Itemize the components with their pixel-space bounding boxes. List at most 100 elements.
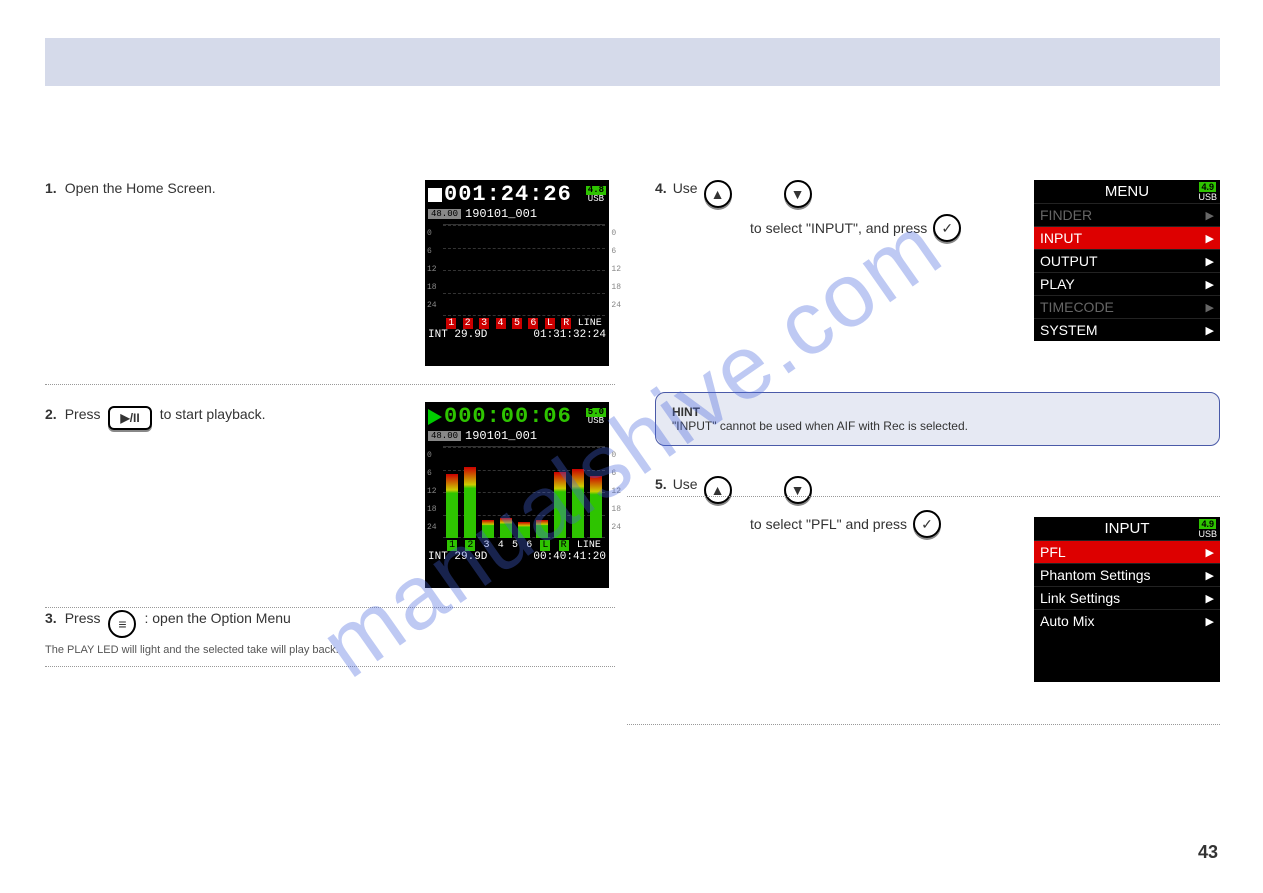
ch-l: L [540,540,550,551]
usb-label: USB [588,416,604,426]
enter-check-icon: ✓ [913,510,941,538]
step-4-mid: to select "INPUT", and press [750,220,927,236]
battery-indicator: 5.0 USB [586,408,606,426]
menu-item-label: Phantom Settings [1040,567,1151,583]
menu-item-phantom-settings[interactable]: Phantom Settings ▶ [1034,563,1220,586]
menu-item-auto-mix[interactable]: Auto Mix ▶ [1034,609,1220,632]
menu-item-label: Link Settings [1040,590,1120,606]
menu-icon: ≡ [108,610,136,638]
enter-check-icon: ✓ [933,214,961,242]
step-3-num: 3. [45,610,57,626]
step-2-num: 2. [45,406,57,422]
step-4-pre: Use [673,180,698,196]
step-3-pretext: Press [65,610,101,626]
elapsed-time: 001:24:26 [444,182,572,207]
menu-item-label: TIMECODE [1040,299,1114,315]
battery-indicator: 4.9 USB [1198,519,1217,539]
chevron-right-icon: ▶ [1206,546,1214,559]
chevron-right-icon: ▶ [1206,569,1214,582]
meter-scale-right: 06121824 [611,447,621,537]
sample-rate: 48.00 [428,209,461,219]
step-3: 3. Press ≡ : open the Option Menu [45,610,615,638]
step-2-posttext: to start playback. [160,406,266,422]
up-arrow-icon: ▲ [704,180,732,208]
down-arrow-icon: ▼ [784,180,812,208]
usb-label: USB [1198,192,1217,202]
ch-5: 5 [512,318,522,329]
divider [45,607,615,608]
step-5-mid: to select "PFL" and press [750,516,907,532]
hint-title: HINT [672,405,1203,419]
meter-bars [443,447,605,538]
chevron-right-icon: ▶ [1206,209,1214,222]
menu-item-label: FINDER [1040,207,1092,223]
ch-4: 4 [498,540,504,551]
chevron-right-icon: ▶ [1206,615,1214,628]
battery-value: 4.9 [1199,182,1216,192]
menu-item-system[interactable]: SYSTEM▶ [1034,318,1220,341]
ch-line: LINE [578,318,602,329]
timecode-value: 01:31:32:24 [533,329,606,341]
menu-item-timecode[interactable]: TIMECODE▶ [1034,295,1220,318]
menu-panel-input: INPUT 4.9 USB PFL▶Phantom Settings▶Link … [1034,517,1220,682]
header-bar [45,38,1220,86]
menu-title: MENU [1105,183,1149,200]
ch-r: R [559,540,569,551]
file-name: 190101_001 [465,207,537,221]
meter-scale-left: 06121824 [427,225,437,315]
usb-label: USB [588,194,604,204]
device-screen-playing: 000:00:06 5.0 USB 48.00 190101_001 06121… [425,402,609,588]
down-arrow-icon: ▼ [784,476,812,504]
ch-5: 5 [512,540,518,551]
step-5-num: 5. [655,476,667,492]
level-meters: 06121824 06121824 [443,224,605,316]
step-4-num: 4. [655,180,667,196]
menu-item-label: SYSTEM [1040,322,1098,338]
menu-item-label: PLAY [1040,276,1075,292]
elapsed-time: 000:00:06 [444,404,572,429]
hint-box: HINT "INPUT" cannot be used when AIF wit… [655,392,1220,446]
ch-4: 4 [496,318,506,329]
step-2-pretext: Press [65,406,101,422]
hint-body: "INPUT" cannot be used when AIF with Rec… [672,419,1203,433]
timecode-source: INT 29.9D [428,551,487,563]
ch-r: R [561,318,571,329]
menu-item-input[interactable]: INPUT▶ [1034,226,1220,249]
ch-line: LINE [577,540,601,551]
chevron-right-icon: ▶ [1206,255,1214,268]
divider [45,666,615,667]
chevron-right-icon: ▶ [1206,278,1214,291]
menu-item-play[interactable]: PLAY ▶ [1034,272,1220,295]
menu-item-finder[interactable]: FINDER ▶ [1034,203,1220,226]
timecode-source: INT 29.9D [428,329,487,341]
step-1-text: Open the Home Screen. [65,180,216,196]
up-arrow-icon: ▲ [704,476,732,504]
menu-item-pfl[interactable]: PFL▶ [1034,540,1220,563]
menu-item-label: OUTPUT [1040,253,1098,269]
chevron-right-icon: ▶ [1206,592,1214,605]
usb-label: USB [1198,529,1217,539]
menu-item-output[interactable]: OUTPUT ▶ [1034,249,1220,272]
device-screen-stopped: 001:24:26 4.8 USB 48.00 190101_001 06121… [425,180,609,366]
ch-3: 3 [484,540,490,551]
divider [627,496,1220,497]
step-5-pre: Use [673,476,698,492]
divider [45,384,615,385]
menu-item-label: Auto Mix [1040,613,1094,629]
ch-l: L [545,318,555,329]
step-3-posttext: : open the Option Menu [144,610,290,626]
menu-item-link-settings[interactable]: Link Settings ▶ [1034,586,1220,609]
meter-scale-left: 06121824 [427,447,437,537]
timecode-value: 00:40:41:20 [533,551,606,563]
divider [627,724,1220,725]
step-3-note: The PLAY LED will light and the selected… [45,644,615,656]
channel-labels: 1 2 3 4 5 6 L R LINE [443,540,605,551]
step-1-num: 1. [45,180,57,196]
ch-3: 3 [479,318,489,329]
ch-1: 1 [446,318,456,329]
file-name: 190101_001 [465,429,537,443]
ch-2: 2 [463,318,473,329]
ch-6: 6 [526,540,532,551]
page-number: 43 [1198,842,1218,863]
battery-indicator: 4.9 USB [1198,182,1217,202]
